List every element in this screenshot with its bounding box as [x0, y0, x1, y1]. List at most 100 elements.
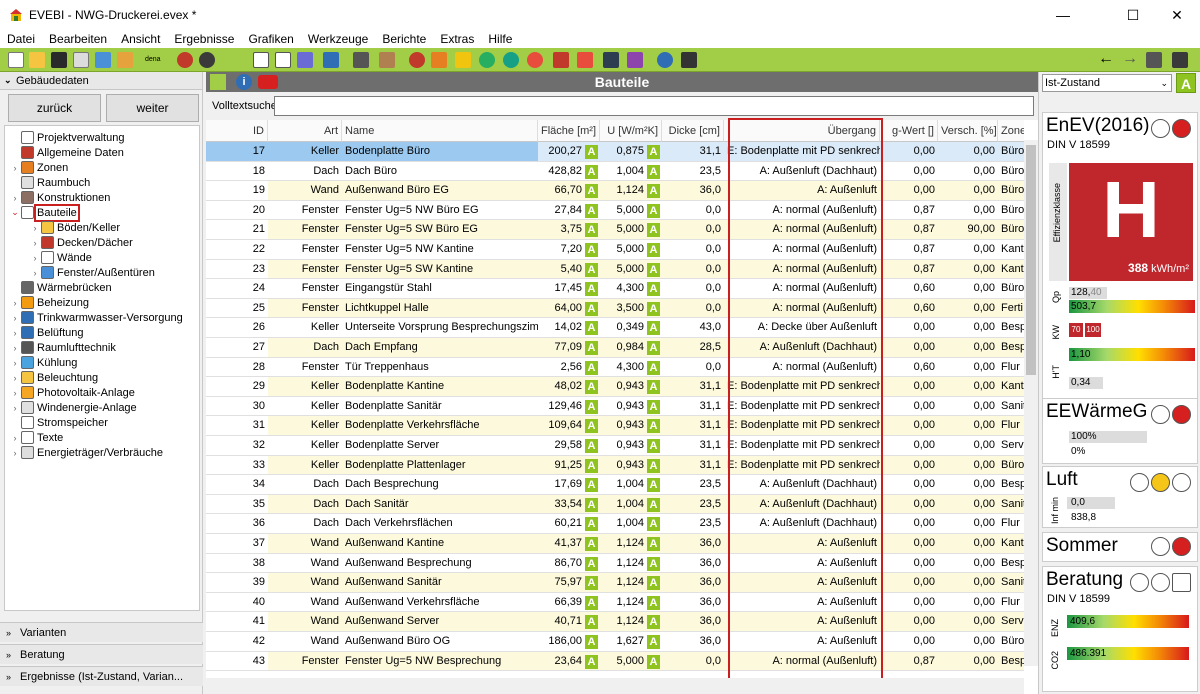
settings-icon[interactable]: [210, 74, 226, 90]
tree-item-projektverwaltung[interactable]: Projektverwaltung: [9, 130, 124, 145]
tree-item-belueftung[interactable]: › Belüftung: [9, 325, 83, 340]
redo-icon[interactable]: [199, 52, 215, 68]
tree-item-raumbuch[interactable]: Raumbuch: [9, 175, 90, 190]
tree-item-kuehlung[interactable]: › Kühlung: [9, 355, 77, 370]
note-icon[interactable]: [455, 52, 471, 68]
table-row[interactable]: 35 Dach Dach Sanitär 33,54 A 1,004 A 23,5 A: Auß…: [206, 494, 1024, 515]
menu-werkzeuge[interactable]: Werkzeuge: [301, 32, 375, 46]
table-row[interactable]: 34 Dach Dach Besprechung 17,69 A 1,004 A 23,5 A:…: [206, 475, 1024, 495]
expand-icon[interactable]: ›: [9, 328, 21, 338]
table-row[interactable]: 23 Fenster Fenster Ug=5 SW Kantine 5,40 A 5,0…: [206, 259, 1024, 280]
table-row[interactable]: 24 Fenster Eingangstür Stahl 17,45 A 4,300 A 0,…: [206, 279, 1024, 299]
table-row[interactable]: 31 Keller Bodenplatte Verkehrsfläche 109,64…: [206, 416, 1024, 436]
tree-item-stromspeicher[interactable]: Stromspeicher: [9, 415, 108, 430]
globe-icon[interactable]: [503, 52, 519, 68]
tree-item-waende[interactable]: › Wände: [29, 250, 92, 265]
table-row[interactable]: 30 Keller Bodenplatte Sanitär 129,46 A 0,943 A…: [206, 396, 1024, 417]
sum-icon[interactable]: [323, 52, 339, 68]
meter-icon[interactable]: [603, 52, 619, 68]
flame-icon[interactable]: [577, 52, 593, 68]
tree-item-beheizung[interactable]: › Beheizung: [9, 295, 89, 310]
table-row[interactable]: 39 Wand Außenwand Sanitär 75,97 A 1,124 A 36,0 A…: [206, 573, 1024, 593]
dena-icon[interactable]: dena: [145, 52, 161, 68]
table-row[interactable]: 36 Dach Dach Verkehrsflächen 60,21 A 1,004 A 23…: [206, 514, 1024, 534]
expand-icon[interactable]: ›: [9, 298, 21, 308]
column-header-flaeche[interactable]: Fläche [m²]: [538, 120, 600, 142]
report-icon[interactable]: [253, 52, 269, 68]
tree-item-decken-daecher[interactable]: › Decken/Dächer: [29, 235, 133, 250]
expand-icon[interactable]: ›: [9, 343, 21, 353]
column-header-verschattung[interactable]: Versch. [%]: [938, 120, 998, 142]
scroll-thumb[interactable]: [1026, 145, 1036, 375]
back-button[interactable]: zurück: [8, 94, 101, 122]
search-input[interactable]: [274, 96, 1034, 116]
tree-item-texte[interactable]: › Texte: [9, 430, 63, 445]
column-header-u-wert[interactable]: U [W/m²K]: [600, 120, 662, 142]
tree-item-photovoltaik[interactable]: › Photovoltaik-Anlage: [9, 385, 135, 400]
table-icon[interactable]: [297, 52, 313, 68]
minimize-icon[interactable]: —: [1040, 0, 1086, 30]
state-select[interactable]: Ist-Zustand ⌄: [1042, 74, 1172, 92]
tree-item-konstruktionen[interactable]: › Konstruktionen: [9, 190, 110, 205]
column-header-dicke[interactable]: Dicke [cm]: [662, 120, 724, 142]
tree-item-allgemeine-daten[interactable]: Allgemeine Daten: [9, 145, 124, 160]
expand-icon[interactable]: ⌄: [9, 207, 21, 218]
vertical-scrollbar[interactable]: [1024, 140, 1038, 666]
table-row[interactable]: 41 Wand Außenwand Server 40,71 A 1,124 A 36,0 A:…: [206, 612, 1024, 632]
arrow-left-icon[interactable]: ←: [1098, 51, 1114, 68]
table-row[interactable]: 26 Keller Unterseite Vorsprung Besprechung…: [206, 318, 1024, 338]
expand-icon[interactable]: ›: [29, 268, 41, 278]
table-row[interactable]: 19 Wand Außenwand Büro EG 66,70 A 1,124 A 36,0 A…: [206, 181, 1024, 201]
expand-icon[interactable]: ›: [9, 163, 21, 173]
beratung-section[interactable]: » Beratung: [0, 644, 203, 664]
column-header-art[interactable]: Art: [268, 120, 342, 142]
zoom-icon[interactable]: [479, 52, 495, 68]
table-row[interactable]: 20 Fenster Fenster Ug=5 NW Büro EG 27,84 A 5,…: [206, 200, 1024, 221]
table-row[interactable]: 40 Wand Außenwand Verkehrsfläche 66,39 A 1,12…: [206, 592, 1024, 613]
table-row[interactable]: 27 Dach Dach Empfang 77,09 A 0,984 A 28,5 A: Auß…: [206, 338, 1024, 358]
chart-icon[interactable]: [627, 52, 643, 68]
tree-item-raumlufttechnik[interactable]: › Raumlufttechnik: [9, 340, 116, 355]
expand-icon[interactable]: ›: [29, 253, 41, 263]
new-file-icon[interactable]: [8, 52, 24, 68]
tree-item-boeden-keller[interactable]: › Böden/Keller: [29, 220, 120, 235]
expand-icon[interactable]: ›: [9, 388, 21, 398]
column-header-name[interactable]: Name: [342, 120, 538, 142]
table-row[interactable]: 28 Fenster Tür Treppenhaus 2,56 A 4,300 A 0,0 A:…: [206, 357, 1024, 378]
tree-item-waermebruecken[interactable]: Wärmebrücken: [9, 280, 112, 295]
help-icon[interactable]: [657, 52, 673, 68]
graph-icon[interactable]: [1172, 52, 1188, 68]
tree-item-beleuchtung[interactable]: › Beleuchtung: [9, 370, 98, 385]
calculator-icon[interactable]: [681, 52, 697, 68]
expand-icon[interactable]: ›: [9, 358, 21, 368]
energy-icon[interactable]: [553, 52, 569, 68]
import-icon[interactable]: [95, 52, 111, 68]
open-folder-icon[interactable]: [29, 52, 45, 68]
tree-item-trinkwarmwasser[interactable]: › Trinkwarmwasser-Versorgung: [9, 310, 183, 325]
menu-extras[interactable]: Extras: [433, 32, 481, 46]
window-icon[interactable]: [431, 52, 447, 68]
export-icon[interactable]: [117, 52, 133, 68]
expand-icon[interactable]: ›: [29, 223, 41, 233]
tree-item-zonen[interactable]: › Zonen: [9, 160, 68, 175]
menu-berichte[interactable]: Berichte: [375, 32, 433, 46]
list-icon[interactable]: [275, 52, 291, 68]
tree-item-bauteile[interactable]: ⌄ Bauteile: [9, 203, 80, 222]
tree-icon[interactable]: [353, 52, 369, 68]
sun-icon[interactable]: [527, 52, 543, 68]
ergebnisse-section[interactable]: » Ergebnisse (Ist-Zustand, Varian...: [0, 666, 203, 686]
tree-item-windenergie[interactable]: › Windenergie-Anlage: [9, 400, 137, 415]
table-row[interactable]: 38 Wand Außenwand Besprechung 86,70 A 1,124 A 3…: [206, 553, 1024, 574]
expand-icon[interactable]: ›: [9, 403, 21, 413]
table-row[interactable]: 37 Wand Außenwand Kantine 41,37 A 1,124 A 36,0 A…: [206, 534, 1024, 554]
gebaeudedaten-header[interactable]: ⌄ Gebäudedaten: [0, 72, 202, 90]
menu-ergebnisse[interactable]: Ergebnisse: [167, 32, 241, 46]
tree-item-fenster-aussentueren[interactable]: › Fenster/Außentüren: [29, 265, 155, 280]
table-row[interactable]: 32 Keller Bodenplatte Server 29,58 A 0,943 A 31…: [206, 436, 1024, 456]
copy-icon[interactable]: [73, 52, 89, 68]
table-row[interactable]: 21 Fenster Fenster Ug=5 SW Büro EG 3,75 A 5,0…: [206, 220, 1024, 240]
column-header-g-wert[interactable]: g-Wert []: [880, 120, 938, 142]
expand-icon[interactable]: ›: [9, 433, 21, 443]
expand-icon[interactable]: ›: [9, 193, 21, 203]
step-icon[interactable]: [1146, 52, 1162, 68]
